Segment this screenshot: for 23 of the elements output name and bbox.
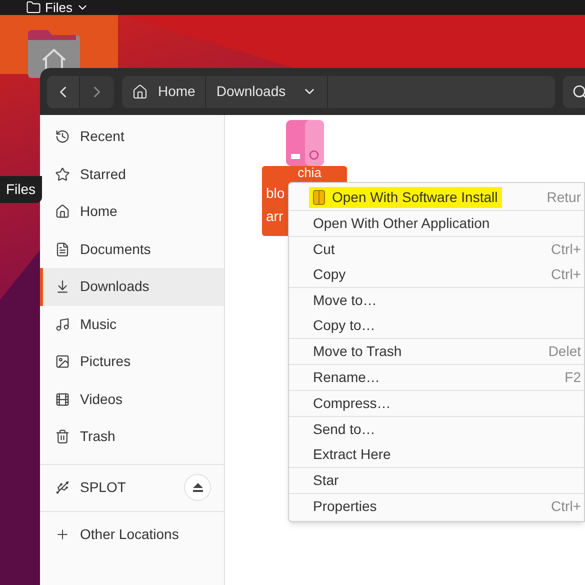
shortcut-label: Delet — [548, 342, 582, 361]
menu-item-label: Extract Here — [312, 445, 392, 464]
menu-item-label: Send to… — [312, 420, 376, 439]
menu-item-label: Star — [312, 471, 340, 490]
menu-item-label: Compress… — [312, 394, 392, 413]
menu-item-label: Open With Software Install — [309, 187, 502, 208]
shortcut-label: Ctrl+ — [551, 240, 582, 259]
menu-item-label: Open With Other Application — [312, 214, 491, 233]
file-name: blo — [266, 184, 285, 203]
menu-item-label: Move to… — [312, 291, 378, 310]
menu-item-label: Properties — [312, 497, 378, 516]
shortcut-label: Retur — [546, 188, 582, 207]
menu-item-label: Move to Trash — [312, 342, 403, 361]
menu-item-label: Cut — [312, 240, 336, 259]
file-name: chia — [298, 166, 322, 180]
menu-item-label: Copy to… — [312, 316, 376, 335]
tooltip: Files — [0, 176, 42, 203]
shortcut-label: Ctrl+ — [551, 265, 582, 284]
menu-item-label: Copy — [312, 265, 347, 284]
menu-item-label: Rename… — [312, 368, 381, 387]
file-name: arr — [266, 207, 284, 226]
shortcut-label: Ctrl+ — [551, 497, 582, 516]
shortcut-label: F2 — [564, 368, 582, 387]
